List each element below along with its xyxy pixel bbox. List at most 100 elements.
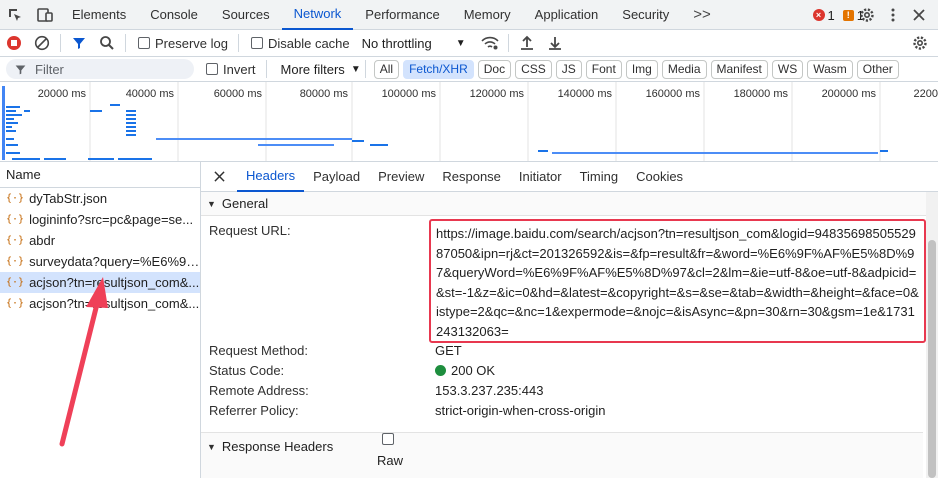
record-stop-icon[interactable] [0, 30, 28, 57]
status-ok-dot-icon [435, 365, 446, 376]
timeline-svg: 20000 ms 40000 ms 60000 ms 80000 ms 1000… [2, 82, 938, 161]
disable-cache-label: Disable cache [267, 35, 350, 51]
tab-elements[interactable]: Elements [60, 0, 138, 30]
request-row[interactable]: {·} surveydata?query=%E6%9F... [0, 251, 200, 272]
download-har-icon[interactable] [541, 30, 569, 57]
general-section-header[interactable]: ▼ General [201, 192, 938, 216]
chip-font[interactable]: Font [585, 59, 622, 79]
filter-funnel-icon [15, 64, 26, 74]
chip-css[interactable]: CSS [515, 59, 552, 79]
tick-label: 60000 ms [214, 88, 263, 100]
tab-preview[interactable]: Preview [369, 162, 433, 192]
more-filters-dropdown[interactable]: More filters ▼ [281, 62, 361, 77]
devtools-tab-bar: Elements Console Sources Network Perform… [0, 0, 938, 30]
tab-console[interactable]: Console [138, 0, 210, 30]
request-row[interactable]: {·} acjson?tn=resultjson_com&... [0, 293, 200, 314]
tab-initiator[interactable]: Initiator [510, 162, 571, 192]
chip-wasm[interactable]: Wasm [807, 59, 853, 79]
request-name: acjson?tn=resultjson_com&... [29, 296, 200, 311]
tab-response[interactable]: Response [433, 162, 510, 192]
device-toolbar-icon[interactable] [30, 0, 60, 30]
divider [60, 34, 61, 52]
request-row[interactable]: {·} dyTabStr.json [0, 188, 200, 209]
chip-manifest[interactable]: Manifest [710, 59, 768, 79]
checkbox-box[interactable] [138, 37, 150, 49]
tab-sources[interactable]: Sources [210, 0, 282, 30]
filter-bar: Filter Invert More filters ▼ All Fetch/X… [0, 57, 938, 82]
request-row[interactable]: {·} logininfo?src=pc&page=se... [0, 209, 200, 230]
expand-triangle-icon: ▼ [207, 198, 216, 209]
error-counter: × 1 [812, 7, 835, 23]
close-details-icon[interactable] [201, 171, 237, 182]
tab-headers[interactable]: Headers [237, 162, 305, 192]
details-scrollbar[interactable] [926, 192, 938, 478]
request-name: acjson?tn=resultjson_com&... [29, 275, 200, 290]
error-count: 1 [827, 7, 835, 23]
tab-payload[interactable]: Payload [304, 162, 369, 192]
chip-ws[interactable]: WS [771, 59, 804, 79]
network-toolbar: Preserve log Disable cache No throttling… [0, 30, 938, 57]
chip-other[interactable]: Other [856, 59, 899, 79]
checkbox-box[interactable] [206, 63, 218, 75]
invert-checkbox[interactable]: Invert [206, 62, 256, 77]
tick-label: 80000 ms [300, 88, 349, 100]
chip-doc[interactable]: Doc [477, 59, 512, 79]
close-devtools-icon[interactable] [906, 0, 932, 30]
referrer-policy-value: strict-origin-when-cross-origin [435, 403, 606, 418]
preserve-log-checkbox[interactable]: Preserve log [138, 36, 228, 51]
tab-network[interactable]: Network [281, 0, 354, 30]
inspect-element-icon[interactable] [0, 0, 30, 30]
request-row-selected[interactable]: {·} acjson?tn=resultjson_com&... [0, 272, 200, 293]
network-conditions-wifi-icon[interactable] [476, 30, 504, 57]
request-row[interactable]: {·} abdr [0, 230, 200, 251]
upload-har-icon[interactable] [513, 30, 541, 57]
xhr-type-icon: {·} [6, 256, 25, 267]
checkbox-box[interactable] [250, 37, 263, 49]
column-header-name[interactable]: Name [0, 162, 200, 188]
chip-fetch-xhr[interactable]: Fetch/XHR [403, 59, 474, 79]
response-headers-toggle[interactable]: ▼ Response Headers [207, 439, 333, 454]
more-tabs-button[interactable]: >> [685, 6, 719, 23]
kebab-menu-icon[interactable] [880, 0, 906, 30]
raw-checkbox[interactable] [382, 433, 394, 445]
network-overview-timeline[interactable]: 20000 ms 40000 ms 60000 ms 80000 ms 1000… [0, 82, 938, 162]
tick-label: 140000 ms [558, 88, 613, 100]
error-icon: × [812, 9, 825, 21]
tab-application[interactable]: Application [523, 0, 611, 30]
throttling-select[interactable]: No throttling ▼ [362, 36, 466, 51]
clear-icon[interactable] [28, 30, 56, 57]
request-method-value: GET [435, 343, 462, 358]
more-filters-label: More filters [280, 61, 345, 77]
tick-label: 160000 ms [646, 88, 701, 100]
raw-label: Raw [377, 453, 404, 468]
tick-label: 180000 ms [734, 88, 789, 100]
chip-all[interactable]: All [373, 59, 400, 79]
response-headers-label: Response Headers [221, 439, 334, 454]
network-settings-gear-icon[interactable] [906, 30, 934, 57]
request-url-label: Request URL: [209, 223, 291, 238]
disable-cache-checkbox[interactable]: Disable cache [250, 35, 350, 51]
divider [364, 60, 366, 78]
xhr-type-icon: {·} [6, 277, 25, 288]
tab-performance[interactable]: Performance [353, 0, 451, 30]
chip-js[interactable]: JS [555, 59, 582, 79]
status-code-label: Status Code: [209, 363, 285, 378]
expand-triangle-icon: ▼ [207, 441, 216, 452]
tab-timing[interactable]: Timing [571, 162, 628, 192]
tab-security[interactable]: Security [610, 0, 681, 30]
filter-funnel-icon[interactable] [65, 30, 93, 57]
scrollbar-thumb[interactable] [928, 240, 936, 478]
tab-memory[interactable]: Memory [452, 0, 523, 30]
general-label: General [221, 196, 269, 211]
tab-cookies[interactable]: Cookies [627, 162, 692, 192]
tick-label: 120000 ms [470, 88, 525, 100]
chip-img[interactable]: Img [625, 59, 658, 79]
search-icon[interactable] [93, 30, 121, 57]
settings-gear-icon[interactable] [854, 0, 880, 30]
chip-media[interactable]: Media [661, 59, 707, 79]
divider [265, 60, 267, 78]
divider [507, 34, 509, 52]
request-name: surveydata?query=%E6%9F... [29, 254, 200, 269]
request-name: logininfo?src=pc&page=se... [29, 212, 194, 227]
filter-input[interactable]: Filter [6, 59, 194, 79]
